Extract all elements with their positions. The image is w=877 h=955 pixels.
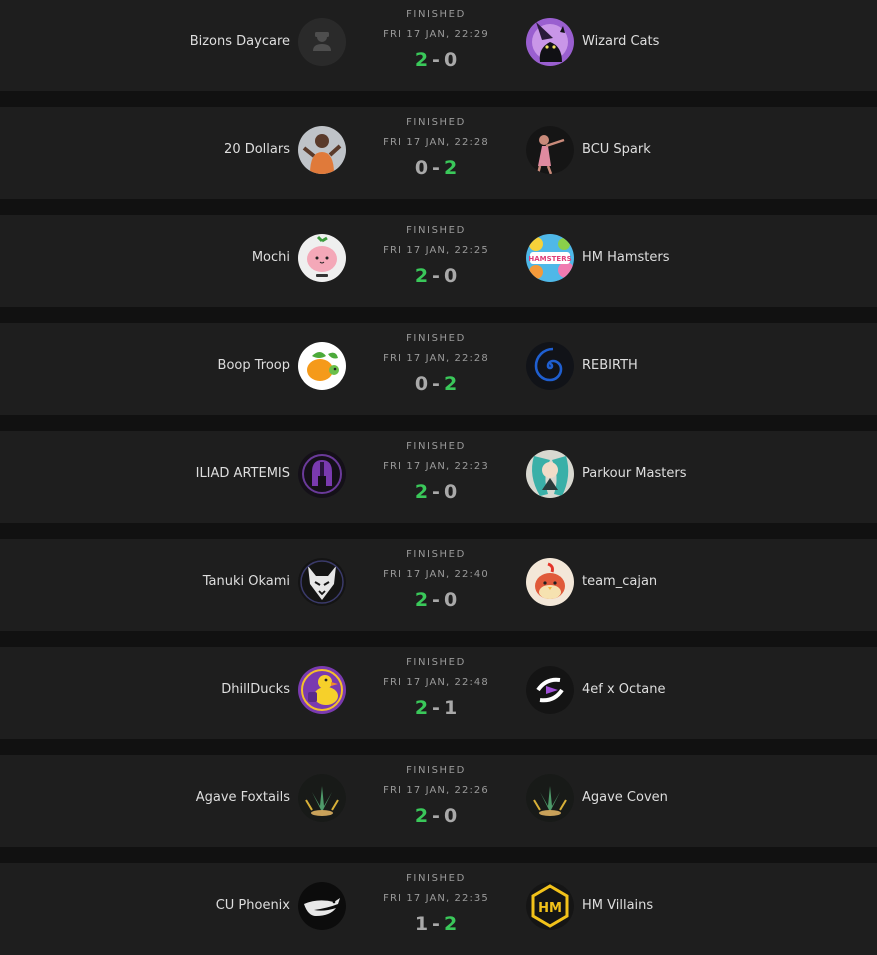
match-status: FINISHED — [406, 765, 466, 776]
hamsters-logo[interactable]: HAMSTERS — [526, 234, 574, 282]
match-score: 0-2 — [336, 373, 536, 395]
agave-logo[interactable] — [526, 774, 574, 822]
team2-name[interactable]: Wizard Cats — [582, 0, 659, 91]
match-datetime: FRI 17 JAN, 22:48 — [383, 677, 489, 688]
wizard-cat-logo[interactable] — [526, 18, 574, 66]
score-separator: - — [432, 697, 440, 719]
match-datetime: FRI 17 JAN, 22:23 — [383, 461, 489, 472]
team1-score: 2 — [414, 697, 429, 719]
anime-character-logo[interactable] — [526, 450, 574, 498]
team2-name[interactable]: HM Villains — [582, 863, 653, 955]
match-card[interactable]: Boop Troop FINISHED FRI 17 JAN, 22:28 0-… — [0, 323, 877, 415]
score-separator: - — [432, 265, 440, 287]
team1-score: 0 — [414, 157, 429, 179]
team1-score: 2 — [414, 49, 429, 71]
match-card[interactable]: DhillDucks FINISHED FRI 17 JAN, 22:48 2-… — [0, 647, 877, 739]
team2-name[interactable]: REBIRTH — [582, 323, 638, 415]
match-datetime: FRI 17 JAN, 22:29 — [383, 29, 489, 40]
svg-text:HAMSTERS: HAMSTERS — [528, 255, 571, 263]
match-datetime: FRI 17 JAN, 22:40 — [383, 569, 489, 580]
team1-name[interactable]: ILIAD ARTEMIS — [196, 431, 290, 523]
team1-name[interactable]: Mochi — [252, 215, 290, 307]
match-datetime: FRI 17 JAN, 22:35 — [383, 893, 489, 904]
team2-name[interactable]: BCU Spark — [582, 107, 651, 199]
match-card[interactable]: Tanuki Okami FINISHED FRI 17 JAN, 22:40 … — [0, 539, 877, 631]
match-score: 2-1 — [336, 697, 536, 719]
svg-text:HM: HM — [538, 901, 562, 916]
match-datetime: FRI 17 JAN, 22:28 — [383, 353, 489, 364]
match-score: 0-2 — [336, 157, 536, 179]
match-card[interactable]: Agave Foxtails FINISHED FRI 17 JAN, 22:2… — [0, 755, 877, 847]
match-list: Bizons Daycare FINISHED FRI 17 JAN, 22:2… — [0, 0, 877, 955]
dancer-photo-logo[interactable] — [526, 126, 574, 174]
match-card[interactable]: CU Phoenix FINISHED FRI 17 JAN, 22:35 1-… — [0, 863, 877, 955]
hm-villains-logo[interactable]: HM — [526, 882, 574, 930]
team1-score: 2 — [414, 589, 429, 611]
match-score: 2-0 — [336, 805, 536, 827]
team1-name[interactable]: CU Phoenix — [216, 863, 290, 955]
team2-score: 0 — [443, 805, 458, 827]
match-card[interactable]: 20 Dollars FINISHED FRI 17 JAN, 22:28 0-… — [0, 107, 877, 199]
team1-name[interactable]: DhillDucks — [221, 647, 290, 739]
team2-name[interactable]: Parkour Masters — [582, 431, 686, 523]
team2-score: 2 — [443, 913, 458, 935]
team2-score: 0 — [443, 265, 458, 287]
score-separator: - — [432, 913, 440, 935]
score-separator: - — [432, 589, 440, 611]
match-status: FINISHED — [406, 225, 466, 236]
match-status: FINISHED — [406, 549, 466, 560]
team2-name[interactable]: HM Hamsters — [582, 215, 670, 307]
team2-score: 2 — [443, 373, 458, 395]
team1-score: 1 — [414, 913, 429, 935]
match-status: FINISHED — [406, 333, 466, 344]
team1-name[interactable]: Tanuki Okami — [203, 539, 290, 631]
team2-score: 0 — [443, 49, 458, 71]
match-datetime: FRI 17 JAN, 22:25 — [383, 245, 489, 256]
team2-name[interactable]: Agave Coven — [582, 755, 668, 847]
match-datetime: FRI 17 JAN, 22:28 — [383, 137, 489, 148]
team2-score: 0 — [443, 481, 458, 503]
team1-name[interactable]: Bizons Daycare — [190, 0, 290, 91]
octane-logo[interactable] — [526, 666, 574, 714]
match-score: 2-0 — [336, 265, 536, 287]
match-score: 2-0 — [336, 49, 536, 71]
team1-name[interactable]: Boop Troop — [218, 323, 290, 415]
team2-score: 2 — [443, 157, 458, 179]
match-status: FINISHED — [406, 873, 466, 884]
match-card[interactable]: Mochi FINISHED FRI 17 JAN, 22:25 2-0 HAM… — [0, 215, 877, 307]
score-separator: - — [432, 805, 440, 827]
match-status: FINISHED — [406, 657, 466, 668]
match-score: 1-2 — [336, 913, 536, 935]
team1-score: 2 — [414, 805, 429, 827]
match-status: FINISHED — [406, 441, 466, 452]
team2-name[interactable]: 4ef x Octane — [582, 647, 665, 739]
team1-name[interactable]: Agave Foxtails — [196, 755, 290, 847]
team1-score: 2 — [414, 481, 429, 503]
fire-chick-logo[interactable] — [526, 558, 574, 606]
match-score: 2-0 — [336, 589, 536, 611]
match-score: 2-0 — [336, 481, 536, 503]
score-separator: - — [432, 157, 440, 179]
team1-score: 0 — [414, 373, 429, 395]
match-status: FINISHED — [406, 9, 466, 20]
team2-score: 0 — [443, 589, 458, 611]
match-status: FINISHED — [406, 117, 466, 128]
team2-name[interactable]: team_cajan — [582, 539, 657, 631]
blue-spiral-logo[interactable] — [526, 342, 574, 390]
team1-score: 2 — [414, 265, 429, 287]
team1-name[interactable]: 20 Dollars — [224, 107, 290, 199]
score-separator: - — [432, 373, 440, 395]
match-card[interactable]: Bizons Daycare FINISHED FRI 17 JAN, 22:2… — [0, 0, 877, 91]
match-card[interactable]: ILIAD ARTEMIS FINISHED FRI 17 JAN, 22:23… — [0, 431, 877, 523]
score-separator: - — [432, 481, 440, 503]
score-separator: - — [432, 49, 440, 71]
match-datetime: FRI 17 JAN, 22:26 — [383, 785, 489, 796]
team2-score: 1 — [443, 697, 458, 719]
